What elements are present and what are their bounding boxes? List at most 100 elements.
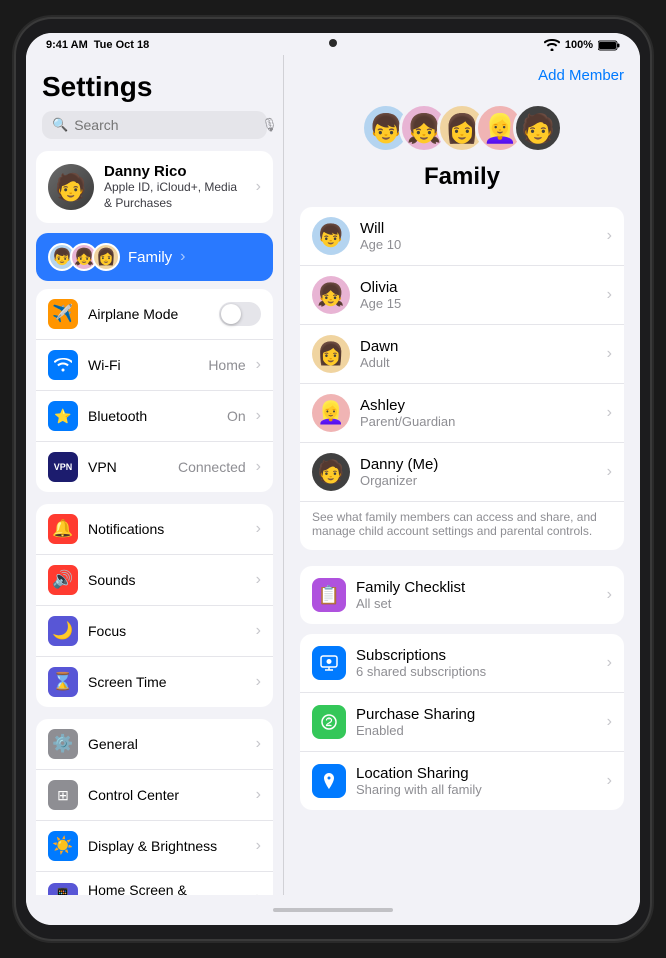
battery-icon: [598, 40, 620, 51]
bluetooth-label: Bluetooth: [88, 408, 217, 424]
camera: [329, 39, 337, 47]
family-avatar-3: 👩: [92, 243, 120, 271]
sidebar-item-home-screen[interactable]: 📱 Home Screen & Multitas... ›: [36, 872, 273, 895]
feature-card-checklist: 📋 Family Checklist All set ›: [300, 566, 624, 624]
sidebar-item-general[interactable]: ⚙️ General ›: [36, 719, 273, 770]
member-avatar-will: 👦: [312, 217, 350, 255]
checklist-sub: All set: [356, 596, 597, 611]
member-ashley[interactable]: 👱‍♀️ Ashley Parent/Guardian ›: [300, 384, 624, 443]
sidebar-item-vpn[interactable]: VPN VPN Connected ›: [36, 442, 273, 492]
vpn-value: Connected: [178, 459, 246, 475]
settings-title: Settings: [26, 55, 283, 111]
chevron-right-icon: ›: [607, 713, 612, 731]
sidebar-item-bluetooth[interactable]: ⭐ Bluetooth On ›: [36, 391, 273, 442]
member-role-will: Age 10: [360, 237, 597, 252]
member-olivia[interactable]: 👧 Olivia Age 15 ›: [300, 266, 624, 325]
wifi-icon: [544, 39, 560, 51]
sidebar-item-family[interactable]: 👦 👧 👩 Family ›: [36, 233, 273, 281]
chevron-right-icon: ›: [607, 404, 612, 422]
apple-id-subtitle: Apple ID, iCloud+, Media & Purchases: [104, 180, 246, 211]
member-role-danny: Organizer: [360, 473, 597, 488]
airplane-mode-label: Airplane Mode: [88, 306, 209, 322]
screen: 9:41 AM Tue Oct 18 100% Settings: [26, 33, 640, 925]
sidebar-item-screen-time[interactable]: ⌛ Screen Time ›: [36, 657, 273, 707]
chevron-right-icon: ›: [256, 407, 261, 425]
chevron-right-icon: ›: [607, 286, 612, 304]
right-panel: Add Member 👦 👧 👩 👱‍♀️ 🧑 Family: [284, 55, 640, 895]
member-name-ashley: Ashley: [360, 397, 597, 414]
chevron-right-icon: ›: [256, 786, 261, 804]
search-bar[interactable]: 🔍 🎙: [42, 111, 267, 139]
wifi-value: Home: [208, 357, 245, 373]
add-member-label[interactable]: Add Member: [538, 67, 624, 84]
sidebar-item-focus[interactable]: 🌙 Focus ›: [36, 606, 273, 657]
bluetooth-value: On: [227, 408, 246, 424]
subscriptions-name: Subscriptions: [356, 647, 597, 664]
family-note: See what family members can access and s…: [300, 502, 624, 550]
family-avatar-group: 👦 👧 👩 👱‍♀️ 🧑: [361, 103, 563, 153]
bluetooth-icon: ⭐: [48, 401, 78, 431]
location-sharing-icon: [312, 764, 346, 798]
control-center-label: Control Center: [88, 787, 246, 803]
chevron-right-icon: ›: [256, 178, 261, 196]
chevron-right-icon: ›: [180, 248, 185, 266]
display-icon: ☀️: [48, 831, 78, 861]
member-dawn[interactable]: 👩 Dawn Adult ›: [300, 325, 624, 384]
feature-location-sharing[interactable]: Location Sharing Sharing with all family…: [300, 752, 624, 810]
sidebar-item-wifi[interactable]: Wi-Fi Home ›: [36, 340, 273, 391]
subscriptions-icon: [312, 646, 346, 680]
location-sharing-name: Location Sharing: [356, 765, 597, 782]
mic-icon[interactable]: 🎙: [261, 117, 278, 133]
settings-group-general: ⚙️ General › ⊞ Control Center › ☀️ Displ…: [36, 719, 273, 895]
sidebar-item-sounds[interactable]: 🔊 Sounds ›: [36, 555, 273, 606]
airplane-mode-toggle[interactable]: [219, 302, 261, 326]
member-role-ashley: Parent/Guardian: [360, 414, 597, 429]
apple-id-section[interactable]: 🧑 Danny Rico Apple ID, iCloud+, Media & …: [36, 151, 273, 223]
sidebar-item-control-center[interactable]: ⊞ Control Center ›: [36, 770, 273, 821]
member-avatar-olivia: 👧: [312, 276, 350, 314]
general-label: General: [88, 736, 246, 752]
family-header: 👦 👧 👩 👱‍♀️ 🧑 Family: [300, 93, 624, 207]
sidebar-item-airplane-mode[interactable]: ✈️ Airplane Mode: [36, 289, 273, 340]
location-sharing-sub: Sharing with all family: [356, 782, 597, 797]
member-role-dawn: Adult: [360, 355, 597, 370]
purchase-sharing-sub: Enabled: [356, 723, 597, 738]
checklist-icon: 📋: [312, 578, 346, 612]
add-member-button[interactable]: Add Member: [300, 55, 624, 93]
general-icon: ⚙️: [48, 729, 78, 759]
feature-subscriptions[interactable]: Subscriptions 6 shared subscriptions ›: [300, 634, 624, 693]
chevron-right-icon: ›: [256, 356, 261, 374]
screen-time-label: Screen Time: [88, 674, 246, 690]
chevron-right-icon: ›: [607, 586, 612, 604]
wifi-label: Wi-Fi: [88, 357, 198, 373]
sidebar-item-display[interactable]: ☀️ Display & Brightness ›: [36, 821, 273, 872]
airplane-icon: ✈️: [48, 299, 78, 329]
chevron-right-icon: ›: [256, 520, 261, 538]
member-will[interactable]: 👦 Will Age 10 ›: [300, 207, 624, 266]
search-input[interactable]: [74, 117, 255, 133]
chevron-right-icon: ›: [607, 345, 612, 363]
member-danny[interactable]: 🧑 Danny (Me) Organizer ›: [300, 443, 624, 502]
avatar: 🧑: [48, 164, 94, 210]
member-name-dawn: Dawn: [360, 338, 597, 355]
screen-time-icon: ⌛: [48, 667, 78, 697]
display-label: Display & Brightness: [88, 838, 246, 854]
ipad-device: 9:41 AM Tue Oct 18 100% Settings: [16, 19, 650, 939]
settings-group-connectivity: ✈️ Airplane Mode Wi-Fi Home ›: [36, 289, 273, 492]
chevron-right-icon: ›: [256, 837, 261, 855]
sidebar-item-notifications[interactable]: 🔔 Notifications ›: [36, 504, 273, 555]
focus-label: Focus: [88, 623, 246, 639]
status-date: Tue Oct 18: [94, 39, 149, 51]
apple-id-name: Danny Rico: [104, 163, 246, 180]
home-bar: [273, 908, 393, 912]
purchase-sharing-name: Purchase Sharing: [356, 706, 597, 723]
checklist-name: Family Checklist: [356, 579, 597, 596]
vpn-label: VPN: [88, 459, 168, 475]
feature-family-checklist[interactable]: 📋 Family Checklist All set ›: [300, 566, 624, 624]
notifications-label: Notifications: [88, 521, 246, 537]
feature-purchase-sharing[interactable]: Purchase Sharing Enabled ›: [300, 693, 624, 752]
chevron-right-icon: ›: [256, 458, 261, 476]
chevron-right-icon: ›: [607, 772, 612, 790]
chevron-right-icon: ›: [256, 673, 261, 691]
member-avatar-danny: 🧑: [312, 453, 350, 491]
